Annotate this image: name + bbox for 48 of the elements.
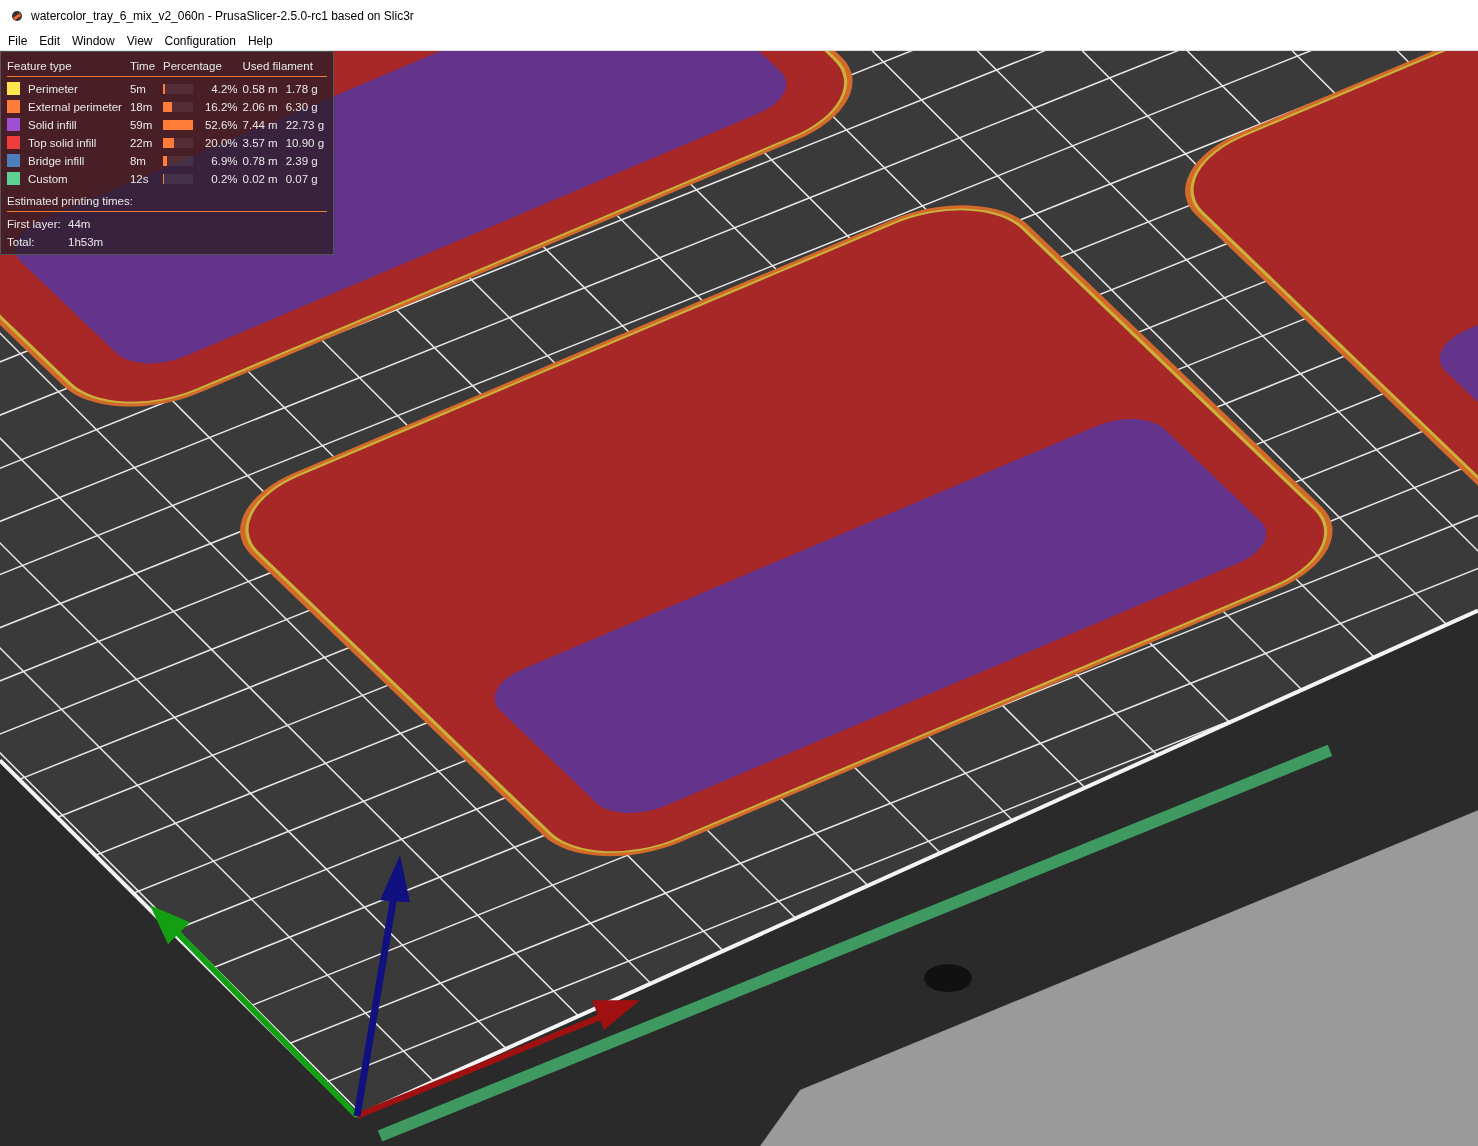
filament-length: 3.57 m (242, 136, 279, 149)
feature-time: 18m (129, 100, 154, 113)
feature-percentage: 4.2% (210, 82, 238, 95)
menu-item[interactable]: Help (241, 33, 279, 48)
filament-weight: 22.73 g (285, 118, 326, 131)
feature-percentage: 0.2% (210, 172, 238, 185)
feature-name: Solid infill (28, 118, 78, 131)
feature-percentage: 6.9% (210, 154, 238, 167)
menu-item[interactable]: File (2, 33, 34, 48)
time-value: 1h53m (68, 236, 105, 248)
time-label: Total: (7, 236, 36, 248)
feature-percentage: 16.2% (203, 100, 238, 113)
feature-time: 12s (129, 172, 150, 185)
filament-weight: 1.78 g (285, 82, 319, 95)
feature-name: Bridge infill (28, 154, 86, 167)
feature-time: 59m (129, 118, 154, 131)
filament-length: 0.58 m (242, 82, 279, 95)
filament-length: 2.06 m (242, 100, 279, 113)
feature-time: 8m (129, 154, 147, 167)
time-label: First layer: (7, 218, 62, 230)
menu-item[interactable]: Configuration (158, 33, 242, 48)
feature-percentage: 20.0% (203, 136, 238, 149)
filament-length: 0.02 m (242, 172, 279, 185)
filament-weight: 2.39 g (285, 154, 319, 167)
menu-item[interactable]: Edit (33, 33, 67, 48)
feature-percentage: 52.6% (203, 118, 238, 131)
filament-length: 7.44 m (242, 118, 279, 131)
column-header: Feature type (7, 60, 73, 72)
feature-name: Perimeter (28, 82, 79, 95)
window-title: watercolor_tray_6_mix_v2_060n - PrusaSlicer-2.5.0-rc1 based on Slic3r (31, 8, 414, 23)
feature-name: External perimeter (28, 100, 123, 113)
feature-time: 5m (129, 82, 147, 95)
estimated-times-title: Estimated printing times: (7, 195, 134, 207)
time-value: 44m (68, 218, 92, 230)
filament-weight: 0.07 g (285, 172, 319, 185)
filament-length: 0.78 m (242, 154, 279, 167)
filament-weight: 10.90 g (285, 136, 326, 149)
app-logo-icon (11, 9, 23, 22)
menu-item[interactable]: View (120, 33, 159, 48)
menu-item[interactable]: Window (66, 33, 121, 48)
feature-time: 22m (129, 136, 154, 149)
feature-name: Top solid infill (28, 136, 98, 149)
column-header: Used filament (242, 60, 314, 72)
feature-name: Custom (28, 172, 69, 185)
column-header: Time (129, 60, 157, 72)
bed-hole (924, 964, 972, 993)
filament-weight: 6.30 g (285, 100, 319, 113)
column-header: Percentage (163, 60, 223, 72)
